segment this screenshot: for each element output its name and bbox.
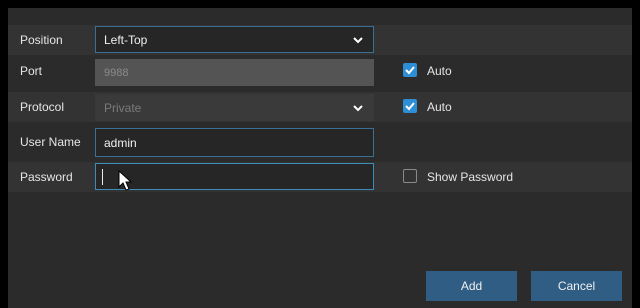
chevron-down-icon — [353, 105, 363, 112]
username-label: User Name — [20, 135, 81, 149]
protocol-select[interactable]: Private — [95, 94, 374, 121]
username-value: admin — [104, 136, 137, 150]
port-row: Port 9988 Auto — [8, 56, 632, 86]
position-select[interactable]: Left-Top — [95, 26, 374, 53]
text-caret — [102, 169, 103, 185]
port-auto-label: Auto — [427, 64, 452, 78]
username-row: User Name admin — [8, 127, 632, 157]
port-label: Port — [20, 64, 43, 78]
protocol-auto-label: Auto — [427, 100, 452, 114]
protocol-value: Private — [104, 101, 142, 115]
password-input[interactable] — [95, 163, 374, 190]
checkmark-icon — [405, 102, 415, 111]
add-button[interactable]: Add — [426, 271, 517, 301]
chevron-down-icon — [353, 37, 363, 44]
cancel-button[interactable]: Cancel — [531, 271, 622, 301]
password-row: Password Show Password — [8, 162, 632, 192]
position-value: Left-Top — [104, 33, 148, 47]
port-auto-checkbox[interactable] — [403, 63, 417, 77]
show-password-checkbox[interactable] — [403, 169, 417, 183]
protocol-row: Protocol Private Auto — [8, 92, 632, 122]
password-label: Password — [20, 170, 73, 184]
port-value: 9988 — [104, 67, 129, 79]
position-label: Position — [20, 33, 63, 47]
mouse-pointer-icon — [118, 170, 133, 191]
settings-panel: Position Left-Top Port 9988 Auto Protoco… — [8, 8, 632, 308]
position-row: Position Left-Top — [8, 25, 632, 55]
checkmark-icon — [405, 66, 415, 75]
show-password-label: Show Password — [427, 170, 514, 184]
username-input[interactable]: admin — [95, 128, 374, 157]
protocol-auto-checkbox[interactable] — [403, 99, 417, 113]
port-input[interactable]: 9988 — [95, 59, 374, 86]
protocol-label: Protocol — [20, 100, 65, 114]
